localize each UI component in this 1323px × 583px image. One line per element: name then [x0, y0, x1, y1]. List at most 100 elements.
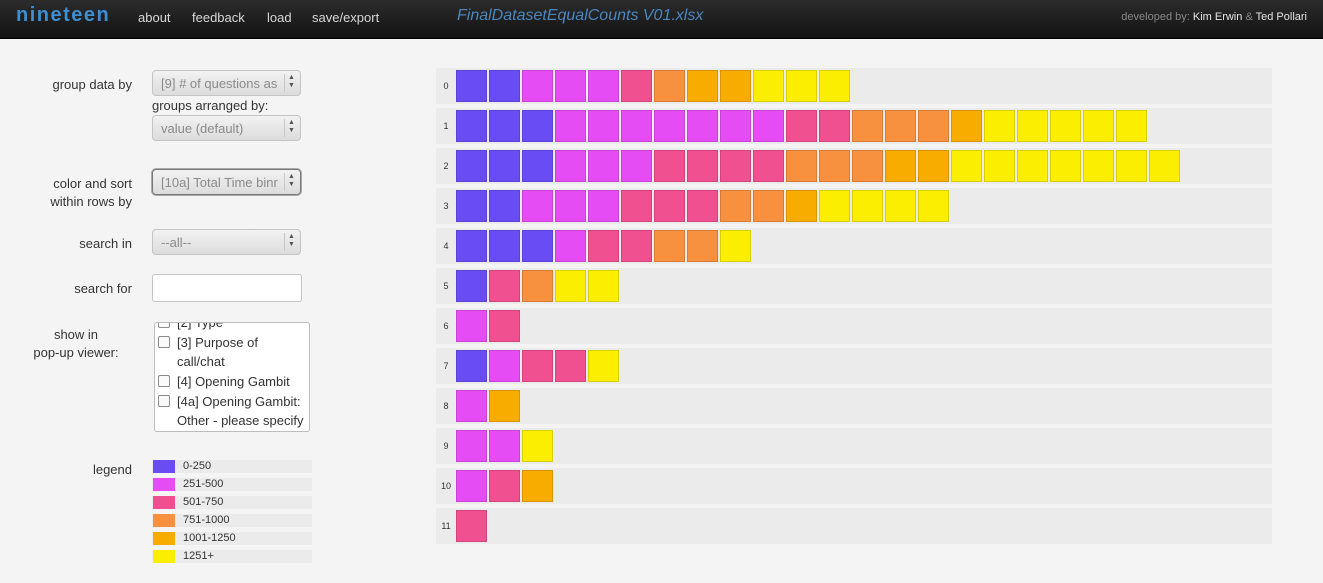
data-cell[interactable]	[720, 230, 751, 262]
data-cell[interactable]	[1116, 110, 1147, 142]
checkbox[interactable]	[158, 323, 170, 328]
data-cell[interactable]	[489, 110, 520, 142]
data-cell[interactable]	[456, 270, 487, 302]
data-cell[interactable]	[753, 70, 784, 102]
data-cell[interactable]	[555, 190, 586, 222]
data-cell[interactable]	[852, 110, 883, 142]
data-cell[interactable]	[951, 110, 982, 142]
data-cell[interactable]	[588, 190, 619, 222]
data-cell[interactable]	[456, 190, 487, 222]
data-cell[interactable]	[621, 150, 652, 182]
data-cell[interactable]	[588, 230, 619, 262]
data-cell[interactable]	[654, 150, 685, 182]
data-cell[interactable]	[588, 350, 619, 382]
nav-save-export-link[interactable]: save/export	[312, 10, 379, 25]
data-cell[interactable]	[555, 230, 586, 262]
popup-field-option[interactable]: [4] Opening Gambit	[155, 372, 309, 391]
data-cell[interactable]	[654, 70, 685, 102]
data-cell[interactable]	[489, 310, 520, 342]
data-cell[interactable]	[522, 350, 553, 382]
data-cell[interactable]	[1017, 110, 1048, 142]
group-by-select[interactable]: [9] # of questions as ▲ ▼	[152, 70, 301, 96]
data-cell[interactable]	[489, 390, 520, 422]
data-cell[interactable]	[786, 190, 817, 222]
popup-field-option[interactable]: [3] Purpose of call/chat	[155, 333, 309, 371]
nav-load-link[interactable]: load	[267, 10, 292, 25]
data-cell[interactable]	[687, 110, 718, 142]
data-cell[interactable]	[687, 190, 718, 222]
data-cell[interactable]	[522, 70, 553, 102]
data-cell[interactable]	[753, 150, 784, 182]
data-cell[interactable]	[984, 150, 1015, 182]
data-cell[interactable]	[1149, 150, 1180, 182]
data-cell[interactable]	[819, 190, 850, 222]
data-cell[interactable]	[654, 190, 685, 222]
checkbox[interactable]	[158, 336, 170, 348]
data-cell[interactable]	[885, 190, 916, 222]
data-cell[interactable]	[555, 150, 586, 182]
data-cell[interactable]	[555, 270, 586, 302]
data-cell[interactable]	[621, 70, 652, 102]
data-cell[interactable]	[621, 190, 652, 222]
data-cell[interactable]	[522, 230, 553, 262]
data-cell[interactable]	[588, 70, 619, 102]
data-cell[interactable]	[1083, 110, 1114, 142]
data-cell[interactable]	[720, 70, 751, 102]
data-cell[interactable]	[489, 70, 520, 102]
data-cell[interactable]	[753, 110, 784, 142]
data-cell[interactable]	[654, 230, 685, 262]
data-cell[interactable]	[489, 430, 520, 462]
data-cell[interactable]	[687, 230, 718, 262]
data-cell[interactable]	[456, 470, 487, 502]
data-cell[interactable]	[621, 230, 652, 262]
data-cell[interactable]	[687, 70, 718, 102]
data-cell[interactable]	[456, 390, 487, 422]
data-cell[interactable]	[456, 150, 487, 182]
data-cell[interactable]	[522, 110, 553, 142]
data-cell[interactable]	[555, 110, 586, 142]
popup-viewer-fields-list[interactable]: [2] Type [3] Purpose of call/chat [4] Open…	[154, 322, 310, 432]
data-cell[interactable]	[819, 70, 850, 102]
data-cell[interactable]	[720, 110, 751, 142]
data-cell[interactable]	[918, 190, 949, 222]
popup-field-option[interactable]: [4a] Opening Gambit: Other - please spec…	[155, 392, 309, 430]
data-cell[interactable]	[555, 350, 586, 382]
data-cell[interactable]	[687, 150, 718, 182]
data-cell[interactable]	[984, 110, 1015, 142]
data-cell[interactable]	[1017, 150, 1048, 182]
data-cell[interactable]	[1116, 150, 1147, 182]
data-cell[interactable]	[522, 270, 553, 302]
data-cell[interactable]	[654, 110, 685, 142]
data-cell[interactable]	[1050, 110, 1081, 142]
data-cell[interactable]	[852, 150, 883, 182]
data-cell[interactable]	[456, 230, 487, 262]
data-cell[interactable]	[918, 150, 949, 182]
data-cell[interactable]	[489, 150, 520, 182]
data-cell[interactable]	[456, 430, 487, 462]
data-cell[interactable]	[489, 470, 520, 502]
popup-field-option[interactable]: [2] Type	[155, 323, 309, 332]
data-cell[interactable]	[489, 230, 520, 262]
data-cell[interactable]	[918, 110, 949, 142]
data-cell[interactable]	[489, 350, 520, 382]
data-cell[interactable]	[786, 70, 817, 102]
data-cell[interactable]	[489, 270, 520, 302]
search-for-input[interactable]	[152, 274, 302, 302]
data-cell[interactable]	[456, 510, 487, 542]
data-cell[interactable]	[1050, 150, 1081, 182]
data-cell[interactable]	[852, 190, 883, 222]
data-cell[interactable]	[456, 110, 487, 142]
search-in-select[interactable]: --all-- ▲ ▼	[152, 229, 301, 255]
data-cell[interactable]	[489, 190, 520, 222]
data-cell[interactable]	[522, 190, 553, 222]
data-cell[interactable]	[522, 470, 553, 502]
data-cell[interactable]	[885, 110, 916, 142]
data-cell[interactable]	[786, 150, 817, 182]
data-cell[interactable]	[720, 190, 751, 222]
checkbox[interactable]	[158, 395, 170, 407]
data-cell[interactable]	[1083, 150, 1114, 182]
nav-feedback-link[interactable]: feedback	[192, 10, 245, 25]
data-cell[interactable]	[786, 110, 817, 142]
data-cell[interactable]	[951, 150, 982, 182]
data-cell[interactable]	[456, 70, 487, 102]
